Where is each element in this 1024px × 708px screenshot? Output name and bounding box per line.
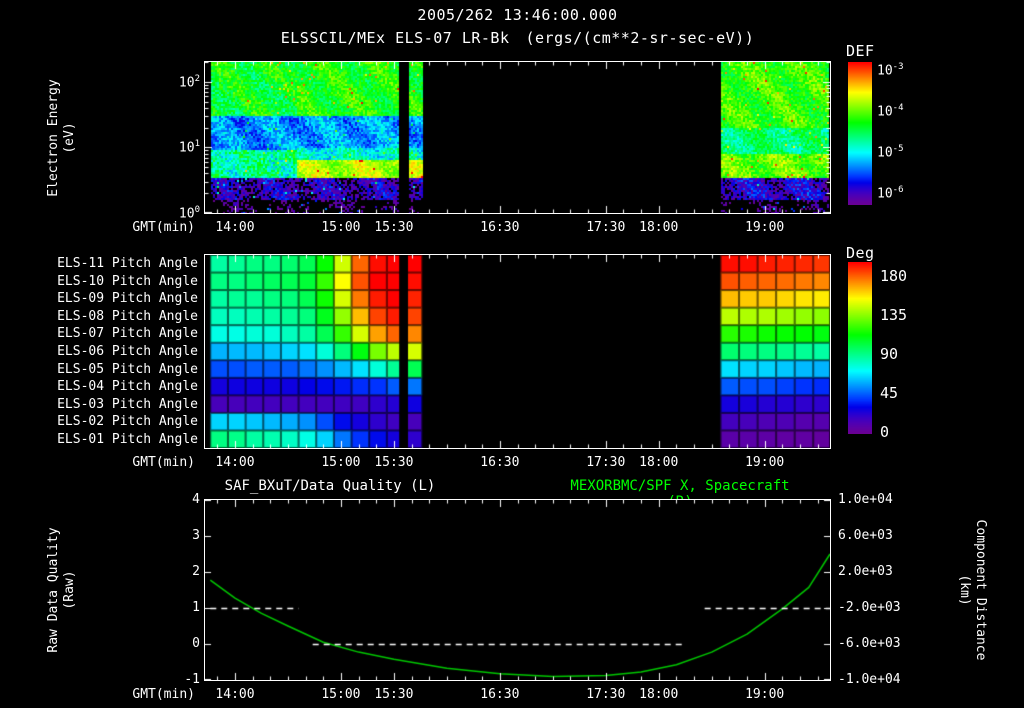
distance-tick-label: 6.0e+03 — [838, 528, 893, 543]
timestamp: 2005/262 13:46:00.000 — [417, 6, 618, 24]
pitch-row-label: ELS-08 Pitch Angle — [57, 308, 198, 324]
pitch-row-label: ELS-09 Pitch Angle — [57, 291, 198, 307]
quality-tick-label: 2 — [192, 564, 200, 579]
x-tick-label: 16:30 — [480, 220, 520, 235]
pitch-row-label: ELS-04 Pitch Angle — [57, 379, 198, 395]
energy-axis-title: Electron Energy (eV) — [46, 79, 78, 196]
distance-axis-title-line2: (km) — [957, 574, 972, 606]
distance-axis-title: Component Distance (km) — [956, 520, 988, 661]
x-tick-label: 16:30 — [480, 455, 520, 470]
quality-tick-label: -1 — [184, 672, 200, 687]
quality-tick-label: 3 — [192, 528, 200, 543]
x-tick-label: 14:00 — [215, 220, 255, 235]
plot-title: ELSSCIL/MEx ELS-07 LR-Bk (ergs/(cm**2-sr-… — [205, 29, 830, 47]
x-tick-label: 19:00 — [745, 220, 785, 235]
x-tick-label: 15:30 — [374, 687, 414, 702]
energy-tick-label: 101 — [156, 139, 200, 155]
deg-colorbar-tick-label: 90 — [880, 345, 899, 363]
plot-title-units: (ergs/(cm**2-sr-sec-eV)) — [525, 29, 755, 47]
x-tick-label: 19:00 — [745, 687, 785, 702]
tick-exponent: -4 — [892, 103, 904, 114]
quality-distance-plot — [204, 499, 831, 681]
distance-tick-label: -2.0e+03 — [838, 600, 901, 615]
quality-tick-label: 4 — [192, 492, 200, 507]
deg-colorbar — [848, 262, 872, 434]
science-plot-screen: 2005/262 13:46:00.000 ELSSCIL/MEx ELS-07… — [0, 0, 1024, 708]
tick-exponent: 2 — [194, 73, 200, 84]
x-tick-label: 14:00 — [215, 455, 255, 470]
x-tick-label: 18:00 — [639, 455, 679, 470]
quality-axis-title: Raw Data Quality (Raw) — [46, 527, 78, 652]
x-tick-label: 18:00 — [639, 220, 679, 235]
quality-tick-label: 0 — [192, 636, 200, 651]
tick-base: 10 — [877, 104, 893, 120]
tick-base: 10 — [178, 206, 195, 222]
tick-exponent: -6 — [892, 184, 904, 195]
tick-exponent: 0 — [194, 205, 200, 215]
distance-tick-label: 2.0e+03 — [838, 564, 893, 579]
pitch-row-label: ELS-05 Pitch Angle — [57, 361, 198, 377]
tick-base: 10 — [877, 186, 893, 202]
tick-base: 10 — [178, 75, 195, 91]
quality-title: SAF_BXuT/Data Quality (L) — [224, 478, 436, 494]
pitch-row-label: ELS-06 Pitch Angle — [57, 344, 198, 359]
x-tick-label: 15:30 — [374, 220, 414, 235]
def-colorbar — [848, 62, 872, 205]
plot-title-instrument: ELSSCIL/MEx ELS-07 LR-Bk — [280, 29, 510, 47]
tick-exponent: 1 — [194, 139, 200, 150]
x-tick-label: 14:00 — [215, 687, 255, 702]
deg-colorbar-tick-label: 45 — [880, 384, 899, 402]
distance-tick-label: -1.0e+04 — [838, 672, 901, 687]
energy-tick-label: 102 — [156, 74, 200, 90]
pitch-angle-heatmap — [204, 254, 831, 449]
distance-tick-label: 1.0e+04 — [838, 492, 893, 507]
gmt-axis-label-1: GMT(min) — [132, 220, 195, 235]
gmt-axis-label-2: GMT(min) — [132, 455, 195, 470]
pitch-row-label: ELS-10 Pitch Angle — [57, 273, 198, 289]
tick-exponent: -3 — [892, 62, 904, 73]
energy-axis-title-line1: Electron Energy — [46, 79, 61, 197]
deg-colorbar-title: Deg — [846, 244, 875, 262]
x-tick-label: 19:00 — [745, 455, 785, 470]
quality-tick-label: 1 — [192, 600, 200, 615]
electron-energy-spectrogram — [204, 61, 831, 214]
def-colorbar-tick-label: 10-3 — [877, 62, 904, 78]
deg-colorbar-tick-label: 180 — [880, 267, 908, 285]
distance-tick-label: -6.0e+03 — [838, 636, 901, 651]
pitch-row-label: ELS-02 Pitch Angle — [57, 414, 198, 430]
pitch-row-label: ELS-11 Pitch Angle — [57, 256, 198, 272]
tick-base: 10 — [178, 140, 195, 156]
quality-axis-title-line2: (Raw) — [62, 570, 77, 610]
pitch-row-label: ELS-07 Pitch Angle — [57, 326, 198, 342]
tick-exponent: -5 — [892, 143, 904, 154]
distance-axis-title-line1: Component Distance — [973, 519, 988, 661]
quality-axis-title-line1: Raw Data Quality — [46, 527, 61, 653]
def-colorbar-tick-label: 10-4 — [877, 103, 904, 119]
def-colorbar-tick-label: 10-5 — [877, 144, 904, 160]
deg-colorbar-tick-label: 135 — [880, 306, 908, 324]
tick-base: 10 — [877, 145, 893, 161]
pitch-row-label: ELS-01 Pitch Angle — [57, 431, 198, 447]
def-colorbar-tick-label: 10-6 — [877, 185, 904, 201]
energy-tick-label: 100 — [156, 205, 200, 221]
pitch-row-label: ELS-03 Pitch Angle — [57, 396, 198, 412]
def-colorbar-title: DEF — [846, 42, 875, 60]
deg-colorbar-tick-label: 0 — [880, 423, 890, 441]
gmt-axis-label-3: GMT(min) — [132, 687, 195, 702]
energy-axis-title-line2: (eV) — [62, 122, 77, 154]
x-tick-label: 18:00 — [639, 687, 679, 702]
x-tick-label: 15:30 — [374, 455, 414, 470]
x-tick-label: 16:30 — [480, 687, 520, 702]
tick-base: 10 — [877, 63, 893, 79]
